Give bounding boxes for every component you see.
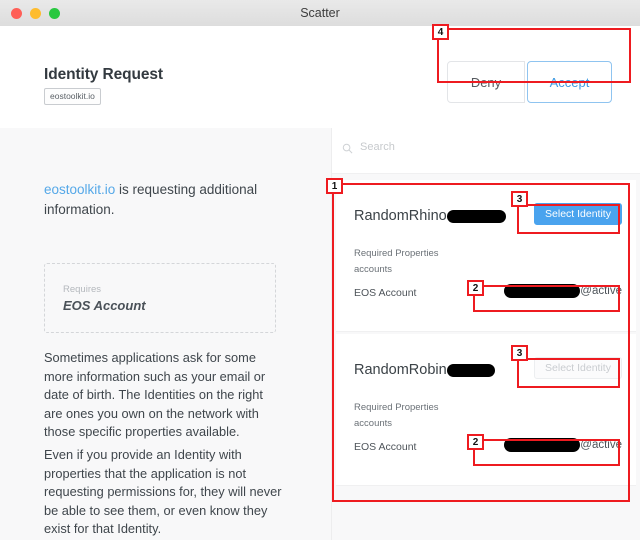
identity-name-text: RandomRobin <box>354 362 447 378</box>
eos-account-value: @active <box>504 438 622 452</box>
info-panel: eostoolkit.io is requesting additional i… <box>0 128 332 540</box>
eos-account-permission: @active <box>580 285 622 297</box>
identity-name-text: RandomRhino <box>354 208 447 224</box>
eos-account-label: EOS Account <box>354 441 417 453</box>
window-title: Scatter <box>300 6 340 20</box>
search-icon <box>342 143 353 154</box>
identity-name: RandomRobin <box>354 362 495 378</box>
explainer-paragraph-1: Sometimes applications ask for some more… <box>44 350 266 439</box>
window-titlebar: Scatter <box>0 0 640 27</box>
annotation-number-1: 1 <box>326 178 343 194</box>
identity-search-bar[interactable]: Search <box>332 128 640 174</box>
request-lede: eostoolkit.io is requesting additional i… <box>44 180 276 220</box>
required-properties-label: Required Properties <box>354 402 439 413</box>
requires-box: Requires EOS Account <box>44 263 276 333</box>
redaction-bar <box>446 363 495 377</box>
redaction-bar <box>504 284 581 298</box>
eos-account-permission: @active <box>580 439 622 451</box>
annotation-number-4: 4 <box>432 24 449 40</box>
page-title: Identity Request <box>44 66 163 83</box>
eos-account-value: @active <box>504 284 622 298</box>
annotation-number-2-card1: 2 <box>467 280 484 296</box>
requires-value: EOS Account <box>63 298 146 313</box>
app-body: Identity Request eostoolkit.io Deny Acce… <box>0 26 640 540</box>
properties-group-label: accounts <box>354 264 393 275</box>
eos-account-label: EOS Account <box>354 287 417 299</box>
annotation-number-3-card1: 3 <box>511 191 528 207</box>
request-header: Identity Request eostoolkit.io Deny Acce… <box>0 26 640 129</box>
identity-panel: Search RandomRhino Select Identity Requi… <box>332 128 640 540</box>
origin-link[interactable]: eostoolkit.io <box>44 182 115 197</box>
identity-card[interactable]: RandomRhino Select Identity Required Pro… <box>336 180 636 332</box>
properties-group-label: accounts <box>354 418 393 429</box>
select-identity-button[interactable]: Select Identity <box>534 357 622 379</box>
search-input[interactable]: Search <box>360 141 395 153</box>
deny-button[interactable]: Deny <box>447 61 525 103</box>
app-window: Scatter Identity Request eostoolkit.io D… <box>0 0 640 553</box>
explainer-paragraph-2: Even if you provide an Identity with pro… <box>44 447 282 536</box>
select-identity-button[interactable]: Select Identity <box>534 203 622 225</box>
identity-name: RandomRhino <box>354 208 506 224</box>
accept-button[interactable]: Accept <box>527 61 612 103</box>
required-properties-label: Required Properties <box>354 248 439 259</box>
origin-badge: eostoolkit.io <box>44 88 101 105</box>
annotation-number-2-card2: 2 <box>467 434 484 450</box>
redaction-bar <box>504 438 581 452</box>
identity-card[interactable]: RandomRobin Select Identity Required Pro… <box>336 334 636 486</box>
redaction-bar <box>446 209 506 223</box>
requires-label: Requires <box>63 284 102 295</box>
deny-accept-actions: Deny Accept <box>447 61 612 103</box>
annotation-number-3-card2: 3 <box>511 345 528 361</box>
